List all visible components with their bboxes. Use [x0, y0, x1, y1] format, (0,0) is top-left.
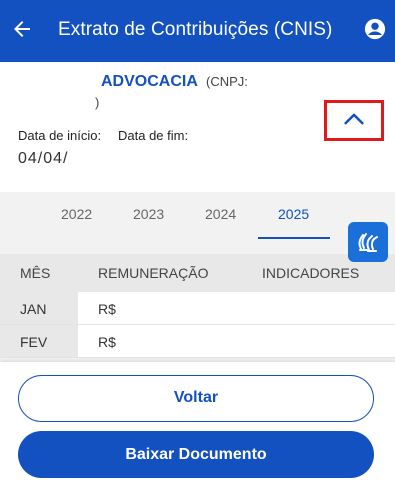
- back-button[interactable]: Voltar: [18, 375, 374, 422]
- column-header-month: MÊS: [20, 265, 51, 281]
- cnpj-label: (CNPJ:: [206, 74, 248, 89]
- tab-2024[interactable]: 2024: [205, 206, 236, 222]
- company-name: ADVOCACIA: [101, 73, 198, 90]
- libras-hands-icon: [358, 233, 378, 252]
- arrow-left-icon[interactable]: [10, 17, 34, 41]
- month-cell: JAN: [0, 292, 78, 324]
- end-date-label: Data de fim:: [118, 128, 189, 143]
- account-circle-icon[interactable]: [364, 18, 386, 40]
- column-header-remuneration: REMUNERAÇÃO: [98, 265, 209, 281]
- start-date-value: 04/04/: [18, 150, 69, 167]
- collapse-button[interactable]: [324, 100, 384, 141]
- tab-2023[interactable]: 2023: [133, 206, 164, 222]
- year-tabs: 2022 2023 2024 2025: [0, 192, 395, 240]
- column-header-indicators: INDICADORES: [262, 265, 360, 281]
- app-header: Extrato de Contribuições (CNIS): [0, 0, 395, 62]
- tab-2025[interactable]: 2025: [278, 206, 309, 222]
- table-header: MÊS REMUNERAÇÃO INDICADORES: [0, 254, 395, 292]
- remuneration-cell: R$: [98, 301, 116, 317]
- action-bar: Voltar Baixar Documento: [0, 362, 395, 489]
- accessibility-button[interactable]: [348, 222, 388, 262]
- page-title: Extrato de Contribuições (CNIS): [58, 19, 333, 40]
- employment-card: ADVOCACIA (CNPJ: ) Data de início: Data …: [0, 62, 395, 192]
- table-row: FEV R$: [0, 325, 395, 358]
- active-tab-indicator: [258, 237, 330, 239]
- tab-2022[interactable]: 2022: [61, 206, 92, 222]
- chevron-up-icon: [344, 113, 364, 125]
- download-document-button[interactable]: Baixar Documento: [18, 431, 374, 478]
- table-row: JAN R$: [0, 292, 395, 325]
- contributions-table: MÊS REMUNERAÇÃO INDICADORES JAN R$ FEV R…: [0, 254, 395, 358]
- start-date-label: Data de início:: [18, 128, 102, 143]
- remuneration-cell: R$: [98, 334, 116, 350]
- cnpj-close: ): [95, 95, 100, 110]
- month-cell: FEV: [0, 325, 78, 357]
